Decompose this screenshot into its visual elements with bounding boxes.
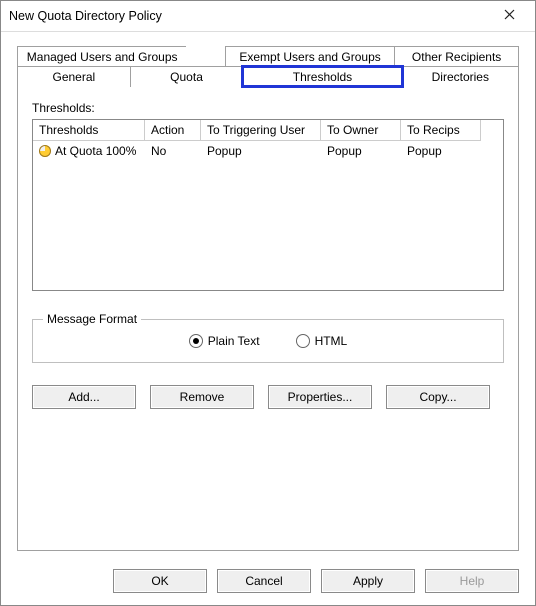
dialog-window: New Quota Directory Policy Managed Users…	[0, 0, 536, 606]
tab-general[interactable]: General	[17, 66, 131, 87]
cell-text: At Quota 100%	[55, 144, 136, 158]
radio-dot-icon	[189, 334, 203, 348]
radio-label: HTML	[315, 334, 348, 348]
close-button[interactable]	[491, 5, 527, 27]
col-to-owner[interactable]: To Owner	[321, 120, 401, 141]
tab-label: Managed Users and Groups	[27, 50, 178, 64]
tab-spacer	[186, 46, 226, 67]
properties-button[interactable]: Properties...	[268, 385, 372, 409]
message-format-group: Message Format Plain Text HTML	[32, 319, 504, 363]
cell-recips: Popup	[401, 141, 481, 161]
ok-button[interactable]: OK	[113, 569, 207, 593]
help-button[interactable]: Help	[425, 569, 519, 593]
copy-button[interactable]: Copy...	[386, 385, 490, 409]
col-to-triggering-user[interactable]: To Triggering User	[201, 120, 321, 141]
apply-button[interactable]: Apply	[321, 569, 415, 593]
thresholds-list[interactable]: Thresholds Action To Triggering User To …	[32, 119, 504, 291]
tab-pane-thresholds: Thresholds: Thresholds Action To Trigger…	[17, 86, 519, 551]
tab-row-back: Managed Users and Groups Exempt Users an…	[17, 46, 519, 67]
tab-managed-users[interactable]: Managed Users and Groups	[17, 46, 187, 67]
titlebar: New Quota Directory Policy	[1, 1, 535, 32]
tab-label: Exempt Users and Groups	[239, 50, 380, 64]
col-action[interactable]: Action	[145, 120, 201, 141]
pie-icon	[39, 145, 51, 157]
cancel-button[interactable]: Cancel	[217, 569, 311, 593]
tab-row-front: General Quota Thresholds Directories	[17, 66, 519, 87]
tab-label: General	[52, 70, 95, 84]
tab-exempt-users[interactable]: Exempt Users and Groups	[225, 46, 395, 67]
threshold-buttons: Add... Remove Properties... Copy...	[32, 385, 504, 409]
cell-threshold: At Quota 100%	[33, 141, 145, 161]
cell-trigger: Popup	[201, 141, 321, 161]
remove-button[interactable]: Remove	[150, 385, 254, 409]
message-format-radios: Plain Text HTML	[45, 334, 491, 348]
window-title: New Quota Directory Policy	[9, 9, 491, 23]
tab-directories[interactable]: Directories	[402, 66, 519, 87]
cell-owner: Popup	[321, 141, 401, 161]
thresholds-label: Thresholds:	[32, 101, 504, 115]
tab-strip: Managed Users and Groups Exempt Users an…	[17, 46, 519, 87]
close-icon	[504, 9, 515, 23]
radio-dot-icon	[296, 334, 310, 348]
tab-thresholds[interactable]: Thresholds	[242, 66, 402, 87]
tab-label: Directories	[432, 70, 489, 84]
radio-html[interactable]: HTML	[296, 334, 348, 348]
tab-other-recipients[interactable]: Other Recipients	[394, 46, 519, 67]
table-row[interactable]: At Quota 100% No Popup Popup Popup	[33, 141, 503, 161]
add-button[interactable]: Add...	[32, 385, 136, 409]
radio-plain-text[interactable]: Plain Text	[189, 334, 260, 348]
tab-quota[interactable]: Quota	[130, 66, 244, 87]
tab-label: Thresholds	[293, 70, 352, 84]
tab-label: Other Recipients	[412, 50, 501, 64]
radio-label: Plain Text	[208, 334, 260, 348]
message-format-legend: Message Format	[43, 312, 141, 326]
cell-action: No	[145, 141, 201, 161]
col-thresholds[interactable]: Thresholds	[33, 120, 145, 141]
client-area: Managed Users and Groups Exempt Users an…	[1, 32, 535, 559]
dialog-footer: OK Cancel Apply Help	[1, 559, 535, 605]
list-header: Thresholds Action To Triggering User To …	[33, 120, 503, 141]
col-to-recips[interactable]: To Recips	[401, 120, 481, 141]
tab-label: Quota	[170, 70, 203, 84]
